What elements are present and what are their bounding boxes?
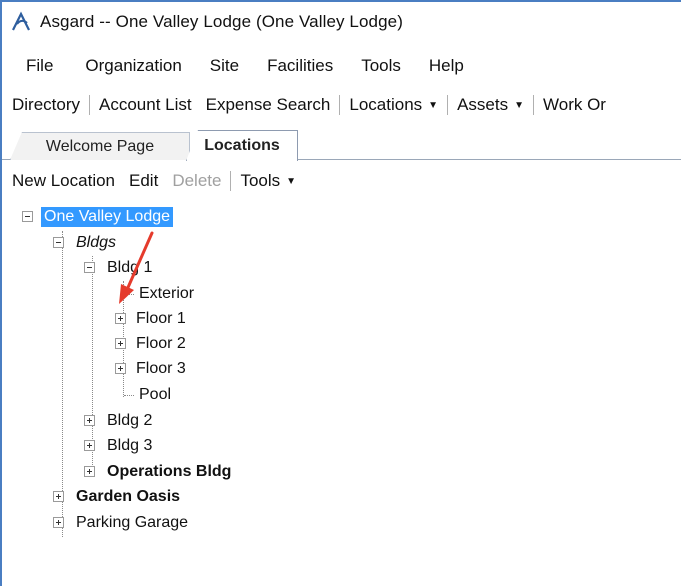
- annotation-arrow-icon: [119, 231, 154, 304]
- menu-bar: File Organization Site Facilities Tools …: [2, 50, 681, 82]
- tab-strip: Welcome Page Locations: [2, 128, 681, 161]
- work-orders-dropdown[interactable]: Work Or: [536, 95, 613, 115]
- caret-down-icon: ▼: [428, 99, 439, 111]
- main-toolbar: Directory Account List Expense Search Lo…: [2, 88, 681, 122]
- window-title: Asgard -- One Valley Lodge (One Valley L…: [40, 12, 403, 31]
- app-window: Asgard -- One Valley Lodge (One Valley L…: [0, 0, 681, 586]
- tools-dropdown[interactable]: Tools ▼: [233, 171, 303, 191]
- title-bar: Asgard -- One Valley Lodge (One Valley L…: [2, 2, 681, 42]
- account-list-button[interactable]: Account List: [92, 95, 199, 115]
- toolbar-separator: [89, 95, 91, 115]
- toolbar-separator: [447, 95, 449, 115]
- new-location-button[interactable]: New Location: [2, 171, 122, 191]
- caret-down-icon: ▼: [286, 175, 297, 187]
- locations-toolbar: New Location Edit Delete Tools ▼: [2, 166, 681, 196]
- toolbar-separator: [339, 95, 341, 115]
- assets-dropdown-label: Assets: [457, 95, 509, 114]
- menu-tools[interactable]: Tools: [347, 56, 415, 76]
- delete-button[interactable]: Delete: [165, 171, 228, 191]
- directory-button[interactable]: Directory: [2, 95, 87, 115]
- tab-welcome-page[interactable]: Welcome Page: [10, 132, 190, 160]
- location-tree[interactable]: One Valley Lodge Bldgs Bldg 1 Exterior F…: [2, 200, 681, 588]
- tools-dropdown-label: Tools: [240, 171, 281, 190]
- menu-organization[interactable]: Organization: [71, 56, 195, 76]
- menu-file[interactable]: File: [2, 56, 71, 76]
- caret-down-icon: ▼: [514, 99, 524, 111]
- locations-dropdown-label: Locations: [349, 95, 423, 114]
- locations-dropdown[interactable]: Locations ▼: [342, 95, 445, 115]
- toolbar-separator: [533, 95, 534, 115]
- edit-button[interactable]: Edit: [122, 171, 165, 191]
- menu-site[interactable]: Site: [196, 56, 253, 76]
- assets-dropdown[interactable]: Assets ▼: [450, 95, 531, 115]
- tab-locations[interactable]: Locations: [186, 130, 298, 161]
- menu-facilities[interactable]: Facilities: [253, 56, 347, 76]
- expense-search-button[interactable]: Expense Search: [199, 95, 338, 115]
- menu-help[interactable]: Help: [415, 56, 478, 76]
- app-logo-icon: [12, 11, 30, 31]
- toolbar-separator: [230, 171, 232, 191]
